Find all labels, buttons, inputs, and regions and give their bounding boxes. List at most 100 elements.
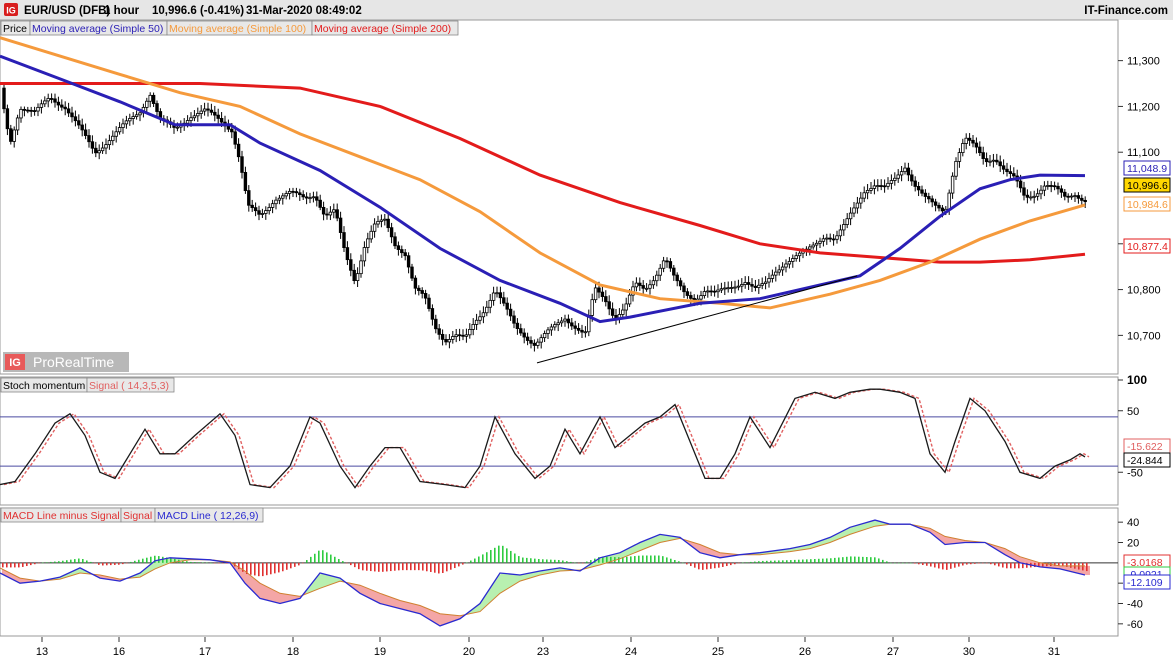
macd-hist-bar — [122, 562, 124, 565]
macd-hist-bar — [438, 562, 440, 574]
macd-hist-bar — [802, 559, 804, 563]
macd-hist-bar — [538, 558, 540, 563]
macd-hist-bar — [630, 556, 632, 563]
macd-hist-bar — [362, 562, 364, 571]
macd-hist-bar — [942, 562, 944, 570]
macd-hist-bar — [590, 560, 592, 563]
macd-hist-bar — [606, 556, 608, 563]
macd-hist-bar — [738, 562, 740, 564]
badge-macd-line: -12.109 — [1127, 577, 1163, 589]
macd-hist-bar — [38, 562, 40, 564]
timeframe-label[interactable]: 1 hour — [104, 5, 140, 17]
badge-ma50: 11,048.9 — [1127, 163, 1167, 175]
macd-hist-bar — [970, 562, 972, 565]
x-tick-label: 23 — [537, 646, 549, 658]
macd-hist-bar — [346, 562, 348, 564]
macd-hist-bar — [294, 562, 296, 567]
macd-hist-bar — [126, 562, 128, 564]
macd-hist-bar — [342, 561, 344, 563]
macd-fill-segment — [322, 573, 326, 588]
macd-hist-bar — [754, 561, 756, 563]
macd-hist-bar — [662, 556, 664, 563]
legend-stoch: Stoch momentum — [3, 380, 86, 392]
x-tick-label: 13 — [36, 646, 48, 658]
macd-hist-bar — [142, 558, 144, 563]
macd-hist-bar — [114, 562, 116, 565]
brand-label: IT-Finance.com — [1084, 5, 1168, 17]
macd-hist-bar — [530, 558, 532, 563]
badge-ma200: 10,877.4 — [1127, 241, 1168, 253]
macd-hist-bar — [290, 562, 292, 569]
macd-hist-bar — [1010, 562, 1012, 569]
macd-hist-bar — [1070, 562, 1072, 568]
svg-text:IG: IG — [9, 357, 21, 369]
macd-hist-bar — [714, 562, 716, 569]
macd-hist-bar — [698, 562, 700, 570]
macd-hist-bar — [670, 558, 672, 563]
macd-hist-bar — [414, 562, 416, 571]
macd-hist-bar — [910, 562, 912, 564]
macd-hist-bar — [542, 559, 544, 563]
macd-hist-bar — [854, 556, 856, 563]
macd-hist-bar — [406, 562, 408, 571]
macd-hist-bar — [726, 562, 728, 567]
macd-hist-bar — [334, 556, 336, 563]
x-tick-label: 16 — [113, 646, 125, 658]
macd-hist-bar — [498, 545, 500, 563]
svg-text:IG: IG — [6, 6, 16, 16]
datetime-label: 31-Mar-2020 08:49:02 — [246, 5, 362, 17]
macd-hist-bar — [194, 562, 196, 563]
macd-hist-bar — [354, 562, 356, 568]
macd-y-tick-label: 20 — [1127, 538, 1139, 550]
macd-hist-bar — [190, 561, 192, 563]
macd-hist-bar — [982, 562, 984, 564]
macd-hist-bar — [318, 550, 320, 563]
macd-hist-bar — [366, 562, 368, 571]
x-tick-label: 24 — [625, 646, 637, 658]
stoch-panel-frame — [0, 376, 1119, 506]
macd-hist-bar — [890, 562, 892, 564]
price-y-tick-label: 11,100 — [1127, 147, 1160, 159]
macd-hist-bar — [886, 561, 888, 563]
watermark-text: ProRealTime — [33, 354, 114, 370]
macd-hist-bar — [146, 557, 148, 563]
macd-hist-bar — [870, 557, 872, 563]
macd-hist-bar — [994, 562, 996, 566]
macd-hist-bar — [762, 560, 764, 563]
macd-hist-bar — [686, 562, 688, 565]
macd-hist-bar — [306, 559, 308, 563]
macd-hist-bar — [722, 562, 724, 567]
macd-hist-bar — [82, 558, 84, 563]
macd-hist-bar — [338, 558, 340, 563]
macd-hist-bar — [746, 562, 748, 563]
macd-hist-bar — [402, 562, 404, 571]
macd-hist-bar — [914, 562, 916, 564]
macd-last-badges: -3.0168 -9.0921 -12.109 — [1123, 554, 1171, 590]
macd-hist-bar — [138, 559, 140, 563]
stoch-legend: Stoch momentum Signal ( 14,3,5,3) — [0, 377, 175, 393]
macd-hist-bar — [850, 556, 852, 563]
macd-hist-bar — [718, 562, 720, 568]
macd-hist-bar — [482, 554, 484, 563]
macd-hist-bar — [782, 560, 784, 563]
prorealtime-watermark: IG ProRealTime — [3, 352, 129, 372]
macd-hist-bar — [550, 559, 552, 563]
macd-hist-bar — [842, 557, 844, 563]
macd-hist-bar — [778, 560, 780, 563]
macd-hist-bar — [922, 562, 924, 566]
macd-hist-bar — [522, 557, 524, 563]
macd-hist-bar — [926, 562, 928, 566]
macd-hist-bar — [770, 560, 772, 563]
x-tick-label: 19 — [374, 646, 386, 658]
macd-hist-bar — [822, 558, 824, 563]
macd-hist-bar — [862, 556, 864, 563]
legend-ma50: Moving average (Simple 50) — [32, 23, 163, 35]
macd-hist-bar — [502, 545, 504, 563]
macd-hist-bar — [798, 559, 800, 563]
stoch-y-tick-label: -50 — [1127, 467, 1143, 479]
legend-ma200: Moving average (Simple 200) — [314, 23, 451, 35]
macd-hist-bar — [1086, 562, 1088, 572]
macd-hist-bar — [1082, 562, 1084, 571]
macd-hist-bar — [238, 562, 240, 570]
macd-hist-bar — [58, 561, 60, 563]
